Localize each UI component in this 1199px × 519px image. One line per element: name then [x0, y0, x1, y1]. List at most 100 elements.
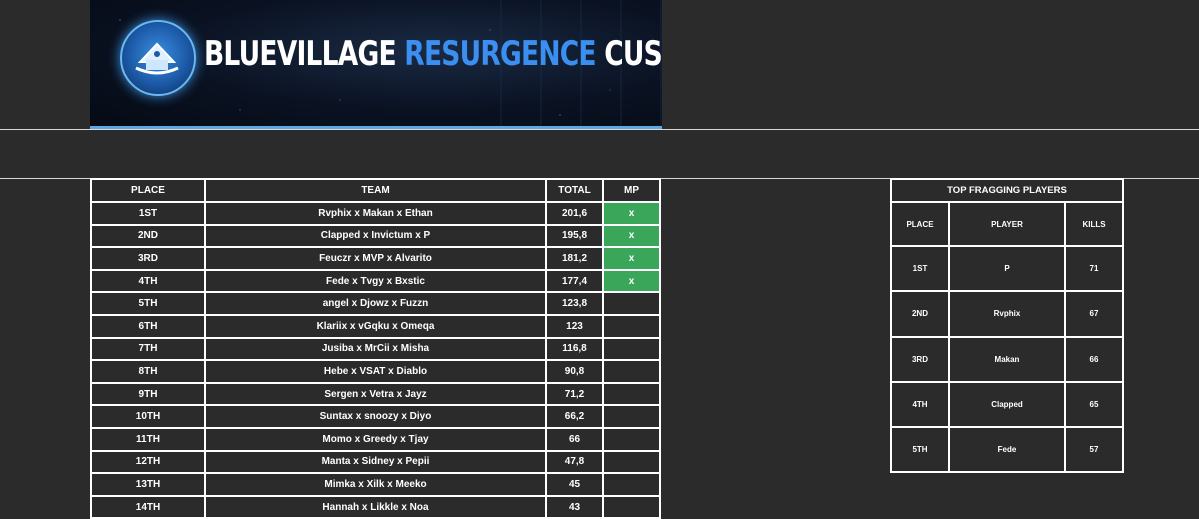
cell-mp — [602, 381, 661, 407]
table-row: 9TH Sergen x Vetra x Jayz 71,2 — [90, 381, 661, 407]
cell-place: 6TH — [90, 313, 206, 339]
top-header-place: PLACE — [890, 201, 950, 247]
table-row: 7TH Jusiba x MrCii x Misha 116,8 — [90, 336, 661, 362]
cell-mp — [602, 336, 661, 362]
standings-header-row: PLACE TEAM TOTAL MP — [90, 178, 661, 203]
bluevillage-logo-icon — [120, 20, 196, 96]
cell-place: 10TH — [90, 404, 206, 429]
cell-team: angel x Djowz x Fuzzn — [204, 291, 547, 316]
top-fraggers-body: 1ST P 71 2ND Rvphix 67 3RD Makan 66 4TH Clapped 65 5… — [890, 244, 1124, 474]
cell-total: 123,8 — [545, 291, 604, 316]
cell-total: 43 — [545, 494, 604, 519]
table-row: 5TH Fede 57 — [890, 426, 1124, 474]
cell-total: 47,8 — [545, 449, 604, 475]
cell-mp: x — [602, 201, 661, 226]
top-cell-kills: 71 — [1064, 244, 1124, 293]
top-cell-kills: 67 — [1064, 290, 1124, 338]
cell-total: 181,2 — [545, 246, 604, 271]
table-row: 12TH Manta x Sidney x Pepii 47,8 — [90, 449, 661, 475]
table-row: 8TH Hebe x VSAT x Diablo 90,8 — [90, 359, 661, 384]
table-row: 4TH Fede x Tvgy x Bxstic 177,4 x — [90, 268, 661, 294]
top-fraggers-table: TOP FRAGGING PLAYERS PLACE PLAYER KILLS … — [890, 178, 1124, 474]
cell-team: Clapped x Invictum x P — [204, 223, 547, 249]
top-cell-player: P — [948, 244, 1066, 293]
cell-team: Jusiba x MrCii x Misha — [204, 336, 547, 362]
cell-place: 14TH — [90, 494, 206, 519]
cell-mp: x — [602, 223, 661, 249]
top-cell-player: Clapped — [948, 380, 1066, 429]
cell-place: 13TH — [90, 472, 206, 497]
cell-team: Feuczr x MVP x Alvarito — [204, 246, 547, 271]
header-place: PLACE — [90, 178, 206, 203]
top-cell-kills: 65 — [1064, 380, 1124, 429]
cell-total: 123 — [545, 313, 604, 339]
table-row: 6TH Klariix x vGqku x Omeqa 123 — [90, 313, 661, 339]
top-cell-place: 3RD — [890, 335, 950, 383]
cell-place: 3RD — [90, 246, 206, 271]
cell-total: 201,6 — [545, 201, 604, 226]
cell-mp — [602, 426, 661, 452]
cell-team: Momo x Greedy x Tjay — [204, 426, 547, 452]
top-fraggers-title-row: TOP FRAGGING PLAYERS — [890, 178, 1124, 203]
banner-title-part3: CUSTOMS — [604, 34, 662, 74]
table-row: 5TH angel x Djowz x Fuzzn 123,8 — [90, 291, 661, 316]
cell-team: Klariix x vGqku x Omeqa — [204, 313, 547, 339]
cell-total: 116,8 — [545, 336, 604, 362]
top-header-kills: KILLS — [1064, 201, 1124, 247]
top-cell-player: Makan — [948, 335, 1066, 383]
header-team: TEAM — [204, 178, 547, 203]
banner-title-part2: RESURGENCE — [404, 34, 596, 74]
top-cell-player: Rvphix — [948, 290, 1066, 338]
table-row: 3RD Feuczr x MVP x Alvarito 181,2 x — [90, 246, 661, 271]
cell-mp: x — [602, 268, 661, 294]
cell-mp — [602, 404, 661, 429]
top-cell-kills: 57 — [1064, 426, 1124, 474]
top-cell-place: 4TH — [890, 380, 950, 429]
cell-place: 1ST — [90, 201, 206, 226]
top-fraggers-header-row: PLACE PLAYER KILLS — [890, 201, 1124, 247]
cell-mp — [602, 494, 661, 519]
cell-place: 7TH — [90, 336, 206, 362]
standings-table: PLACE TEAM TOTAL MP 1ST Rvphix x Makan x … — [90, 178, 661, 519]
cell-mp — [602, 449, 661, 475]
cell-place: 5TH — [90, 291, 206, 316]
cell-total: 71,2 — [545, 381, 604, 407]
table-row: 2ND Clapped x Invictum x P 195,8 x — [90, 223, 661, 249]
cell-mp — [602, 359, 661, 384]
table-row: 2ND Rvphix 67 — [890, 290, 1124, 338]
standings-body: 1ST Rvphix x Makan x Ethan 201,6 x 2ND Clappe… — [90, 201, 661, 519]
cell-mp — [602, 313, 661, 339]
divider-top — [0, 129, 1199, 130]
banner: BLUEVILLAGE RESURGENCE CUSTOMS — [90, 0, 662, 129]
table-row: 1ST Rvphix x Makan x Ethan 201,6 x — [90, 201, 661, 226]
cell-total: 177,4 — [545, 268, 604, 294]
top-header-player: PLAYER — [948, 201, 1066, 247]
top-cell-place: 5TH — [890, 426, 950, 474]
table-row: 4TH Clapped 65 — [890, 380, 1124, 429]
table-row: 10TH Suntax x snoozy x Diyo 66,2 — [90, 404, 661, 429]
cell-total: 45 — [545, 472, 604, 497]
top-fraggers-title: TOP FRAGGING PLAYERS — [890, 178, 1124, 203]
cell-team: Sergen x Vetra x Jayz — [204, 381, 547, 407]
cell-mp: x — [602, 246, 661, 271]
cell-place: 8TH — [90, 359, 206, 384]
cell-team: Fede x Tvgy x Bxstic — [204, 268, 547, 294]
cell-team: Rvphix x Makan x Ethan — [204, 201, 547, 226]
cell-place: 9TH — [90, 381, 206, 407]
header-mp: MP — [602, 178, 661, 203]
top-cell-place: 2ND — [890, 290, 950, 338]
top-cell-place: 1ST — [890, 244, 950, 293]
header-total: TOTAL — [545, 178, 604, 203]
table-row: 3RD Makan 66 — [890, 335, 1124, 383]
cell-place: 12TH — [90, 449, 206, 475]
cell-place: 2ND — [90, 223, 206, 249]
cell-total: 90,8 — [545, 359, 604, 384]
table-row: 1ST P 71 — [890, 244, 1124, 293]
cell-team: Hannah x Likkle x Noa — [204, 494, 547, 519]
table-row: 13TH Mimka x Xilk x Meeko 45 — [90, 472, 661, 497]
top-cell-player: Fede — [948, 426, 1066, 474]
cell-place: 11TH — [90, 426, 206, 452]
cell-total: 66,2 — [545, 404, 604, 429]
banner-title-part1: BLUEVILLAGE — [204, 34, 397, 74]
banner-title: BLUEVILLAGE RESURGENCE CUSTOMS — [204, 34, 662, 74]
